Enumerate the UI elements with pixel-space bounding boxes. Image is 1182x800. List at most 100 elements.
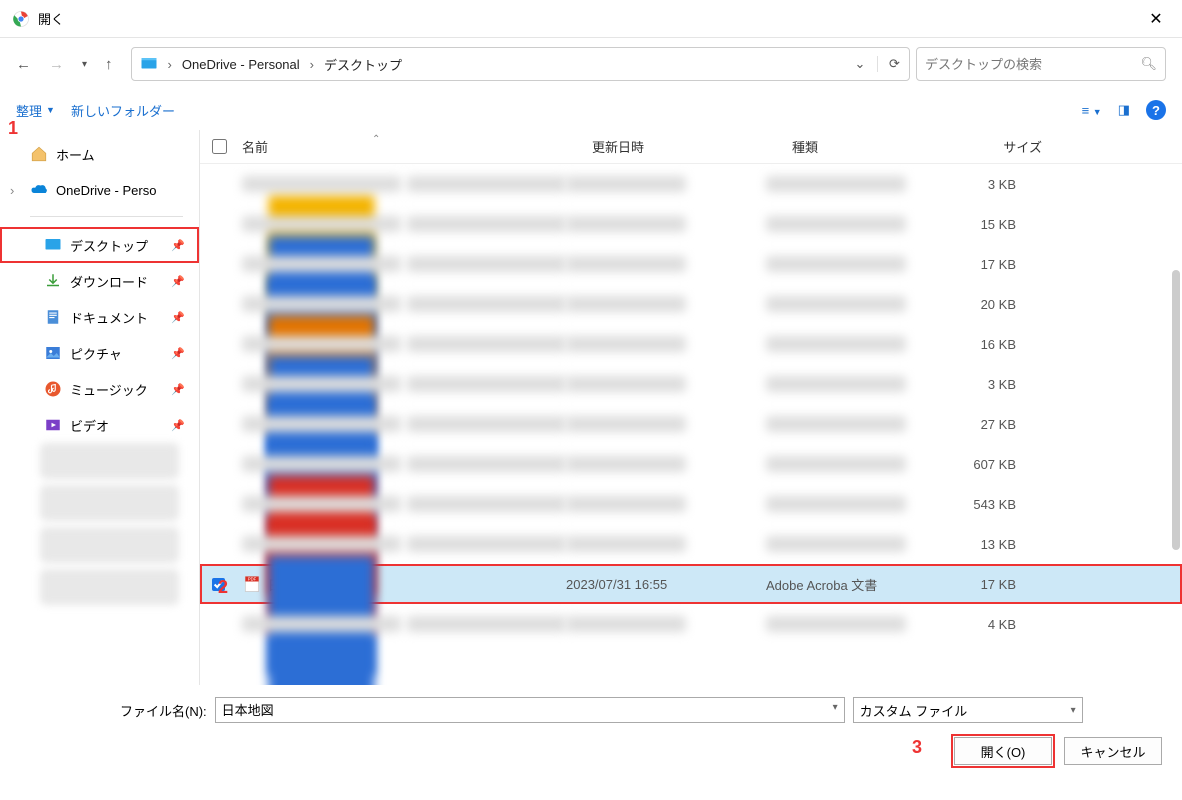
address-bar[interactable]: › OneDrive - Personal › デスクトップ ⌄ ⟳ — [131, 47, 910, 81]
search-box[interactable]: 🔍︎ — [916, 47, 1166, 81]
scrollbar[interactable] — [1172, 270, 1180, 550]
chrome-icon — [12, 10, 30, 28]
column-size[interactable]: サイズ — [972, 137, 1072, 156]
open-button[interactable]: 開く(O) — [954, 737, 1052, 765]
footer: ファイル名(N): ▾ カスタム ファイル ▾ 3 開く(O) キャンセル — [0, 685, 1182, 781]
column-name[interactable]: 名前⌃ — [242, 137, 592, 156]
annotation-3: 3 — [912, 737, 922, 758]
file-icon — [242, 416, 401, 432]
filename-label: ファイル名(N): — [120, 701, 207, 720]
refresh-button[interactable]: ⟳ — [877, 56, 901, 72]
pin-icon: 📌 — [171, 347, 185, 360]
annotation-1: 1 — [8, 130, 18, 139]
filename-dropdown-icon[interactable]: ▾ — [833, 702, 838, 713]
close-button[interactable]: ✕ — [1142, 9, 1170, 29]
sidebar-item-label: ミュージック — [70, 380, 148, 399]
navbar: ← → ▾ ↑ › OneDrive - Personal › デスクトップ ⌄… — [0, 38, 1182, 90]
toolbar: 整理 ▼ 新しいフォルダー ≡ ▼ ◨ ? — [0, 90, 1182, 130]
filter-label: カスタム ファイル — [860, 701, 968, 720]
pictures-icon — [44, 344, 62, 362]
organize-button[interactable]: 整理 ▼ — [16, 101, 55, 120]
back-button[interactable]: ← — [16, 56, 31, 73]
sidebar-item-label: ホーム — [56, 145, 95, 164]
file-size: 20 KB — [946, 297, 1046, 312]
pin-icon: 📌 — [171, 275, 185, 288]
file-size: 16 KB — [946, 337, 1046, 352]
sidebar-blurred-item — [40, 485, 179, 521]
file-pane: 名前⌃ 更新日時 種類 サイズ 3 KB 15 KB 17 KB 20 KB — [200, 130, 1182, 685]
address-dropdown-icon[interactable]: ⌄ — [849, 56, 871, 72]
sidebar-home[interactable]: ホーム — [0, 136, 199, 172]
sidebar: ホーム OneDrive - Perso 1 デスクトップ 📌 ダウンロード 📌… — [0, 130, 200, 685]
file-size: 543 KB — [946, 497, 1046, 512]
search-input[interactable] — [925, 57, 1140, 72]
desktop-icon — [44, 236, 62, 254]
crumb-sep-icon: › — [310, 57, 314, 72]
breadcrumb-desktop[interactable]: デスクトップ — [324, 55, 402, 74]
file-size: 607 KB — [946, 457, 1046, 472]
file-icon — [242, 616, 401, 632]
forward-button[interactable]: → — [49, 56, 64, 73]
help-button[interactable]: ? — [1146, 100, 1166, 120]
file-icon — [242, 216, 401, 232]
sidebar-blurred-item — [40, 443, 179, 479]
file-size: 3 KB — [946, 377, 1046, 392]
sidebar-videos[interactable]: ビデオ 📌 — [0, 407, 199, 443]
filename-input-wrap[interactable]: ▾ — [215, 697, 845, 723]
preview-pane-button[interactable]: ◨ — [1118, 102, 1130, 118]
window-title: 開く — [38, 9, 1142, 28]
file-icon — [242, 256, 401, 272]
sidebar-item-label: ビデオ — [70, 416, 109, 435]
column-headers: 名前⌃ 更新日時 種類 サイズ — [200, 130, 1182, 164]
search-icon[interactable]: 🔍︎ — [1140, 56, 1157, 72]
file-icon — [242, 376, 401, 392]
file-row-blurred[interactable]: 3 KB — [200, 164, 1182, 204]
file-size: 3 KB — [946, 177, 1046, 192]
breadcrumb-onedrive[interactable]: OneDrive - Personal — [182, 57, 300, 72]
sidebar-separator — [30, 216, 183, 217]
sidebar-item-label: デスクトップ — [70, 236, 148, 255]
file-icon — [242, 176, 401, 192]
onedrive-icon — [30, 181, 48, 199]
sidebar-pictures[interactable]: ピクチャ 📌 — [0, 335, 199, 371]
file-date: 2023/07/31 16:55 — [566, 577, 766, 592]
pin-icon: 📌 — [171, 383, 185, 396]
annotation-2: 2 — [218, 577, 228, 598]
sidebar-downloads[interactable]: ダウンロード 📌 — [0, 263, 199, 299]
select-all-checkbox[interactable] — [212, 139, 227, 154]
pin-icon: 📌 — [171, 239, 185, 252]
file-size: 13 KB — [946, 537, 1046, 552]
sidebar-onedrive[interactable]: OneDrive - Perso — [0, 172, 199, 208]
file-size: 17 KB — [946, 577, 1046, 592]
sidebar-item-label: ダウンロード — [70, 272, 148, 291]
file-type: Adobe Acroba 文書 — [766, 575, 946, 594]
video-icon — [44, 416, 62, 434]
filter-dropdown-icon: ▾ — [1071, 705, 1076, 716]
sidebar-blurred-item — [40, 569, 179, 605]
column-type[interactable]: 種類 — [792, 137, 972, 156]
file-icon — [242, 536, 401, 552]
music-icon — [44, 380, 62, 398]
main-area: ホーム OneDrive - Perso 1 デスクトップ 📌 ダウンロード 📌… — [0, 130, 1182, 685]
filename-input[interactable] — [222, 702, 818, 717]
new-folder-button[interactable]: 新しいフォルダー — [71, 101, 175, 120]
sidebar-desktop[interactable]: デスクトップ 📌 — [0, 227, 199, 263]
view-list-button[interactable]: ≡ ▼ — [1082, 103, 1102, 118]
cancel-button[interactable]: キャンセル — [1064, 737, 1162, 765]
pin-icon: 📌 — [171, 419, 185, 432]
file-size: 17 KB — [946, 257, 1046, 272]
recent-dropdown[interactable]: ▾ — [82, 59, 87, 70]
sidebar-item-label: ピクチャ — [70, 344, 122, 363]
column-date[interactable]: 更新日時 — [592, 137, 792, 156]
home-icon — [30, 145, 48, 163]
titlebar: 開く ✕ — [0, 0, 1182, 38]
file-icon — [242, 296, 401, 312]
download-icon — [44, 272, 62, 290]
file-rows: 3 KB 15 KB 17 KB 20 KB 16 KB 3 KB 27 K — [200, 164, 1182, 685]
file-type-filter[interactable]: カスタム ファイル ▾ — [853, 697, 1083, 723]
up-button[interactable]: ↑ — [105, 56, 113, 73]
crumb-sep-icon: › — [168, 57, 172, 72]
sidebar-music[interactable]: ミュージック 📌 — [0, 371, 199, 407]
file-size: 15 KB — [946, 217, 1046, 232]
sidebar-documents[interactable]: ドキュメント 📌 — [0, 299, 199, 335]
